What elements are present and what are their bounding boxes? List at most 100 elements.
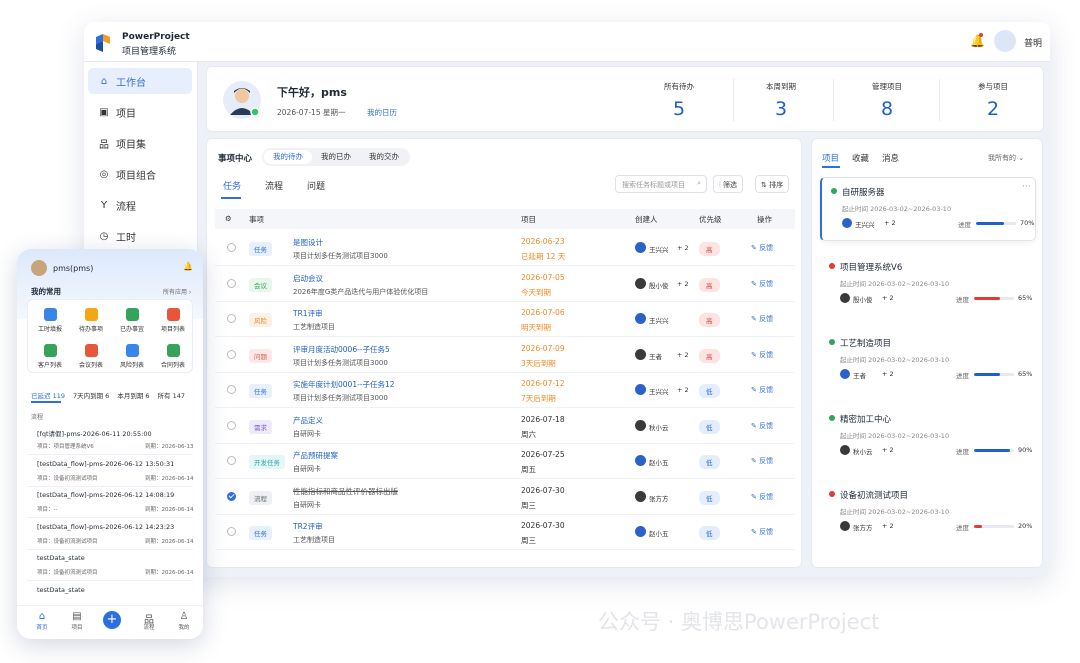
feedback-link[interactable]: ✎ 反馈: [751, 350, 773, 360]
project-name[interactable]: 工艺制造项目: [840, 337, 891, 349]
tab-tasks[interactable]: 任务: [223, 179, 241, 192]
feedback-link[interactable]: ✎ 反馈: [751, 279, 773, 289]
row-radio[interactable]: [227, 456, 236, 465]
nav-home[interactable]: ⌂ 首页: [27, 611, 57, 631]
sidebar-item-workbench[interactable]: ⌂ 工作台: [88, 68, 192, 94]
tab-projects[interactable]: 项目: [822, 152, 839, 164]
mobile-all-apps-link[interactable]: 所有应用 ›: [163, 287, 191, 296]
sidebar-item-flow[interactable]: Y 流程: [88, 192, 192, 218]
project-card[interactable]: 精密加工中心 起止时间 2026-03-02~2026-03-10 秋小云 + 2 进度…: [820, 405, 1036, 469]
task-name-link[interactable]: 产品预研提案: [293, 450, 493, 461]
table-row[interactable]: 开发任务 产品预研提案 自研网卡 2026-07-25 周五 赵小五 低 ✎ 反馈: [215, 444, 795, 479]
pill-my-done[interactable]: 我的已办: [312, 150, 360, 164]
project-name[interactable]: 设备初流测试项目: [840, 489, 908, 501]
tab-flow[interactable]: 流程: [265, 179, 283, 192]
row-radio[interactable]: [227, 385, 236, 394]
settings-icon[interactable]: ⚙: [225, 214, 232, 223]
row-radio[interactable]: [227, 420, 236, 430]
user-name[interactable]: 普明: [1024, 36, 1042, 49]
mobile-app-shortcut[interactable]: 待办事项: [71, 308, 111, 333]
project-card[interactable]: 项目管理系统V6 起止时间 2026-03-02~2026-03-10 殷小俊 + 2…: [820, 253, 1036, 317]
task-name-link[interactable]: 是图设计: [293, 237, 493, 248]
stat-managed-projects[interactable]: 管理项目 8: [847, 81, 927, 120]
tab-messages[interactable]: 消息: [882, 152, 899, 164]
row-radio[interactable]: [227, 491, 236, 501]
table-row[interactable]: 任务 实施年度计划0001--子任务12 项目计划多任务测试项目3000 2026-0…: [215, 373, 795, 408]
mobile-app-shortcut[interactable]: 项目列表: [153, 308, 193, 333]
list-item[interactable]: [testData_flow]-pms-2026-06-12 14:23:23 项…: [27, 520, 193, 550]
task-name-link[interactable]: TR1评审: [293, 308, 493, 319]
task-name-link[interactable]: 实施年度计划0001--子任务12: [293, 379, 493, 390]
filter-button[interactable]: ⫶ 筛选: [713, 175, 743, 193]
task-name-link[interactable]: 产品定义: [293, 415, 493, 426]
project-name[interactable]: 精密加工中心: [840, 413, 891, 425]
project-name[interactable]: 项目管理系统V6: [840, 261, 902, 273]
table-row[interactable]: 会议 启动会议 2026年度G类产品迭代与用户体验优化项目 2026-07-05 今天到…: [215, 267, 795, 302]
sidebar-item-portfolio[interactable]: ◎ 项目组合: [88, 161, 192, 187]
pill-my-assigned[interactable]: 我的交办: [360, 150, 408, 164]
table-row[interactable]: 问题 评审月度活动0006--子任务5 项目计划多任务测试项目3000 2026-07…: [215, 338, 795, 373]
mobile-avatar[interactable]: [31, 260, 47, 276]
mobile-tab-delayed[interactable]: 已延迟 119: [31, 392, 65, 400]
row-radio[interactable]: [227, 314, 236, 323]
row-radio[interactable]: [227, 349, 236, 359]
table-row[interactable]: 流程 性能指标和商品性评价器标出版 自研网卡 2026-07-30 周三 张方方 低 ✎ 反馈: [215, 480, 795, 515]
task-name-link[interactable]: TR2评审: [293, 521, 493, 532]
project-card[interactable]: 设备初流测试项目 起止时间 2026-03-02~2026-03-10 张方方 + 2…: [820, 481, 1036, 545]
mobile-app-shortcut[interactable]: 客户列表: [30, 344, 70, 369]
table-row[interactable]: 任务 TR2评审 工艺制造项目 2026-07-30 周三 赵小五 低 ✎ 反馈: [215, 515, 795, 550]
sidebar-item-program[interactable]: 品项目集: [88, 130, 192, 156]
sidebar-item-timesheet[interactable]: ◷ 工时: [88, 223, 192, 249]
sidebar-item-project[interactable]: ▣ 项目: [88, 99, 192, 125]
project-card[interactable]: 工艺制造项目 起止时间 2026-03-02~2026-03-10 王者 + 2 进度 6…: [820, 329, 1036, 393]
stat-due-this-week[interactable]: 本周到期 3: [741, 81, 821, 120]
list-item[interactable]: testData_state 项目：设备初流测试项目 到期：2026-06-14: [27, 551, 193, 581]
mobile-app-shortcut[interactable]: 合同列表: [153, 344, 193, 369]
list-item[interactable]: [testData_flow]-pms-2026-06-12 13:50:31 项…: [27, 457, 193, 487]
feedback-link[interactable]: ✎ 反馈: [751, 456, 773, 466]
mobile-tab-7days[interactable]: 7天内到期 6: [73, 392, 109, 400]
row-radio[interactable]: [227, 527, 236, 536]
pill-my-todo[interactable]: 我的待办: [264, 150, 312, 164]
nav-add-button[interactable]: +: [103, 611, 121, 629]
task-name-link[interactable]: 评审月度活动0006--子任务5: [293, 344, 493, 355]
mobile-tab-all[interactable]: 所有 147: [158, 392, 185, 400]
list-item[interactable]: [testData_flow]-pms-2026-06-12 14:08:19 项…: [27, 488, 193, 518]
task-search-input[interactable]: 搜索任务标题或项目 ⌕: [615, 175, 707, 193]
row-radio[interactable]: [227, 243, 236, 252]
feedback-link[interactable]: ✎ 反馈: [751, 243, 773, 253]
table-row[interactable]: 需求 产品定义 自研网卡 2026-07-18 周六 秋小云 低 ✎ 反馈: [215, 409, 795, 444]
feedback-link[interactable]: ✎ 反馈: [751, 492, 773, 502]
mobile-app-shortcut[interactable]: 风险列表: [112, 344, 152, 369]
table-row[interactable]: 任务 是图设计 项目计划多任务测试项目3000 2026-06-23 已延期 12 天 王…: [215, 231, 795, 266]
nav-flow[interactable]: 品流程: [134, 611, 164, 631]
stat-participated-projects[interactable]: 参与项目 2: [953, 81, 1033, 120]
feedback-link[interactable]: ✎ 反馈: [751, 421, 773, 431]
feedback-link[interactable]: ✎ 反馈: [751, 314, 773, 324]
project-name[interactable]: 自研服务器: [842, 186, 885, 198]
notification-bell-icon[interactable]: 🔔: [970, 34, 985, 48]
list-item[interactable]: [fqt请假]-pms-2026-06-11 20:55:00 项目：项目管理系统…: [27, 425, 193, 455]
table-row[interactable]: 风险 TR1评审 工艺制造项目 2026-07-06 明天到期 王兴兴 高 ✎ 反馈: [215, 302, 795, 337]
feedback-link[interactable]: ✎ 反馈: [751, 527, 773, 537]
more-icon[interactable]: ···: [1022, 182, 1031, 192]
user-avatar[interactable]: [994, 30, 1016, 52]
mobile-tab-month[interactable]: 本月到期 6: [117, 392, 149, 400]
mobile-app-shortcut[interactable]: 会议列表: [71, 344, 111, 369]
my-calendar-link[interactable]: 我的日历: [367, 107, 397, 118]
mobile-app-shortcut[interactable]: 已办事宜: [112, 308, 152, 333]
nav-project[interactable]: ▤ 项目: [62, 611, 92, 631]
feedback-link[interactable]: ✎ 反馈: [751, 385, 773, 395]
stat-all-todo[interactable]: 所有待办 5: [639, 81, 719, 120]
task-name-link[interactable]: 启动会议: [293, 273, 493, 284]
sort-button[interactable]: ⇅ 排序: [755, 175, 790, 193]
row-radio[interactable]: [227, 278, 236, 288]
mobile-app-shortcut[interactable]: 工时填报: [30, 308, 70, 333]
tab-favorites[interactable]: 收藏: [852, 152, 869, 164]
project-filter-select[interactable]: 我所有的 ⌄: [988, 153, 1024, 163]
tab-issues[interactable]: 问题: [307, 179, 325, 192]
project-card[interactable]: 自研服务器 起止时间 2026-03-02~2026-03-10 王兴兴 + 2 进度 7…: [820, 177, 1036, 241]
mobile-bell-icon[interactable]: 🔔: [183, 262, 193, 271]
nav-profile[interactable]: ♙ 我的: [169, 611, 199, 631]
task-name-link[interactable]: 性能指标和商品性评价器标出版: [293, 486, 493, 497]
